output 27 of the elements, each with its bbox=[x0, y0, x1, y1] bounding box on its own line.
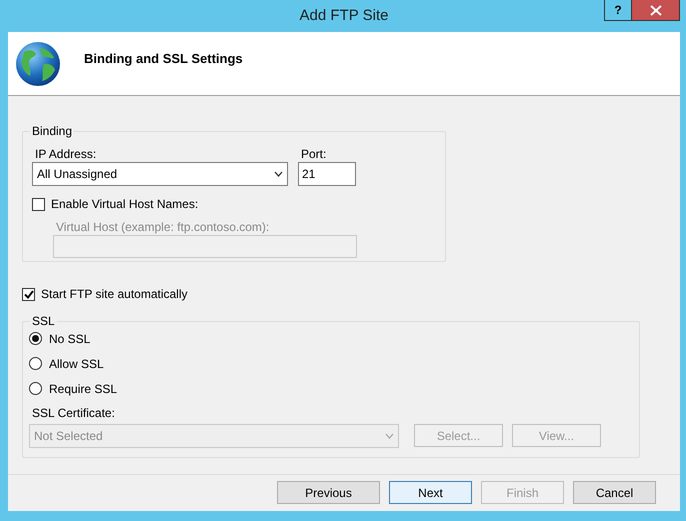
radio-label: Require SSL bbox=[49, 380, 118, 398]
checkbox-label: Enable Virtual Host Names: bbox=[51, 196, 198, 213]
window-title: Add FTP Site bbox=[300, 6, 388, 26]
field-label: IP Address: bbox=[35, 146, 98, 162]
group-label: Binding bbox=[30, 124, 74, 139]
globe-icon bbox=[14, 40, 62, 88]
field-label: Virtual Host (example: ftp.contoso.com): bbox=[56, 219, 270, 235]
page-heading: Binding and SSL Settings bbox=[84, 50, 243, 68]
wizard-button[interactable]: Previous bbox=[277, 481, 380, 504]
port-field[interactable]: 21 bbox=[298, 162, 356, 186]
radio-button[interactable] bbox=[29, 382, 42, 395]
wizard-button[interactable]: Next bbox=[389, 481, 472, 504]
chevron-icon bbox=[385, 433, 394, 439]
radio-button[interactable] bbox=[29, 332, 42, 345]
radio-label: No SSL bbox=[49, 330, 90, 348]
ip-address-dropdown[interactable]: All Unassigned bbox=[32, 162, 288, 186]
wizard-button[interactable]: Cancel bbox=[573, 481, 656, 504]
checkbox-label: Start FTP site automatically bbox=[41, 286, 188, 303]
close-button[interactable] bbox=[632, 0, 680, 21]
checkbox[interactable] bbox=[32, 198, 45, 210]
checkbox[interactable] bbox=[22, 288, 35, 300]
field-label: Port: bbox=[301, 146, 328, 162]
field-label: SSL Certificate: bbox=[32, 405, 116, 421]
radio-button[interactable] bbox=[29, 357, 42, 370]
radio-label: Allow SSL bbox=[49, 356, 104, 372]
close-icon bbox=[650, 4, 662, 16]
chevron-icon bbox=[274, 171, 283, 177]
